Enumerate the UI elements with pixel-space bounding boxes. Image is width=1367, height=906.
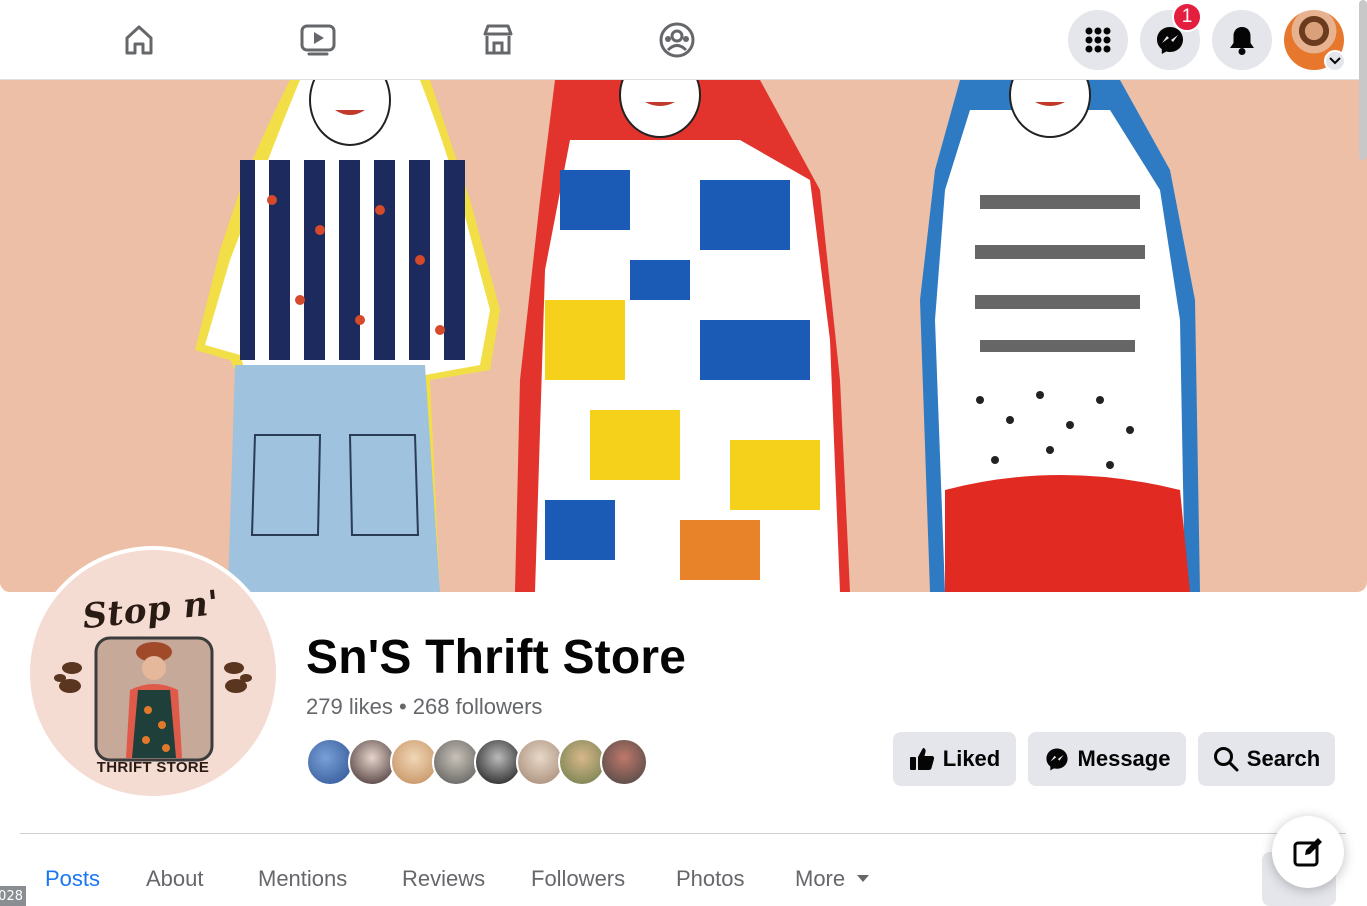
bell-icon[interactable] — [1212, 10, 1272, 70]
followers-count[interactable]: 268 followers — [413, 694, 543, 719]
follower-avatars — [306, 738, 650, 786]
facebook-page: 1 Stop n' THRIFT STORE Sn'S Thrift Store… — [0, 0, 1367, 906]
stats-separator: • — [398, 694, 407, 719]
tab-more[interactable]: More — [795, 866, 870, 892]
avatar[interactable] — [306, 738, 354, 786]
message-label: Message — [1077, 746, 1171, 771]
message-button[interactable]: Message — [1028, 732, 1186, 786]
store-logo: Stop n' Shop THRIFT STORE — [30, 550, 276, 796]
thumbs-up-icon — [909, 748, 934, 770]
marketplace-icon[interactable] — [471, 14, 525, 66]
page-title: Sn'S Thrift Store — [306, 631, 687, 684]
compose-button[interactable] — [1272, 816, 1344, 888]
tab-about[interactable]: About — [146, 866, 204, 892]
edit-icon — [1293, 838, 1322, 867]
tab-followers[interactable]: Followers — [531, 866, 625, 892]
watch-icon[interactable] — [291, 14, 345, 66]
avatar[interactable] — [390, 738, 438, 786]
search-label: Search — [1246, 746, 1321, 771]
avatar[interactable] — [348, 738, 396, 786]
messenger-icon[interactable]: 1 — [1140, 2, 1202, 70]
grid-menu-icon[interactable] — [1068, 10, 1128, 70]
profile-picture[interactable]: Stop n' Shop THRIFT STORE — [26, 546, 280, 800]
chevron-down-icon[interactable] — [1324, 50, 1346, 72]
avatar[interactable] — [516, 738, 564, 786]
likes-count[interactable]: 279 likes — [306, 694, 393, 719]
divider — [20, 833, 1346, 834]
avatar[interactable] — [474, 738, 522, 786]
avatar[interactable] — [432, 738, 480, 786]
liked-button[interactable]: Liked — [893, 732, 1016, 786]
avatar[interactable] — [558, 738, 606, 786]
messenger-badge: 1 — [1172, 2, 1202, 32]
groups-icon[interactable] — [650, 14, 704, 66]
tab-mentions[interactable]: Mentions — [258, 866, 347, 892]
page-stats: 279 likes • 268 followers — [306, 694, 542, 720]
avatar[interactable] — [600, 738, 648, 786]
tab-reviews[interactable]: Reviews — [402, 866, 485, 892]
page-tabs: Posts About Mentions Reviews Followers P… — [0, 856, 1367, 906]
tab-posts[interactable]: Posts — [45, 866, 100, 892]
scrollbar[interactable] — [1359, 0, 1367, 160]
tab-photos[interactable]: Photos — [676, 866, 745, 892]
messenger-icon — [1045, 748, 1068, 771]
tab-more-label: More — [795, 866, 846, 891]
liked-label: Liked — [942, 746, 1001, 771]
cover-photo[interactable] — [0, 80, 1367, 592]
top-navigation-bar: 1 — [0, 0, 1367, 80]
home-icon[interactable] — [112, 14, 166, 66]
logo-subtitle: THRIFT STORE — [96, 759, 210, 776]
caret-down-icon — [857, 874, 870, 882]
search-icon — [1213, 747, 1239, 772]
corner-label: 028 — [0, 886, 26, 906]
search-button[interactable]: Search — [1198, 732, 1335, 786]
